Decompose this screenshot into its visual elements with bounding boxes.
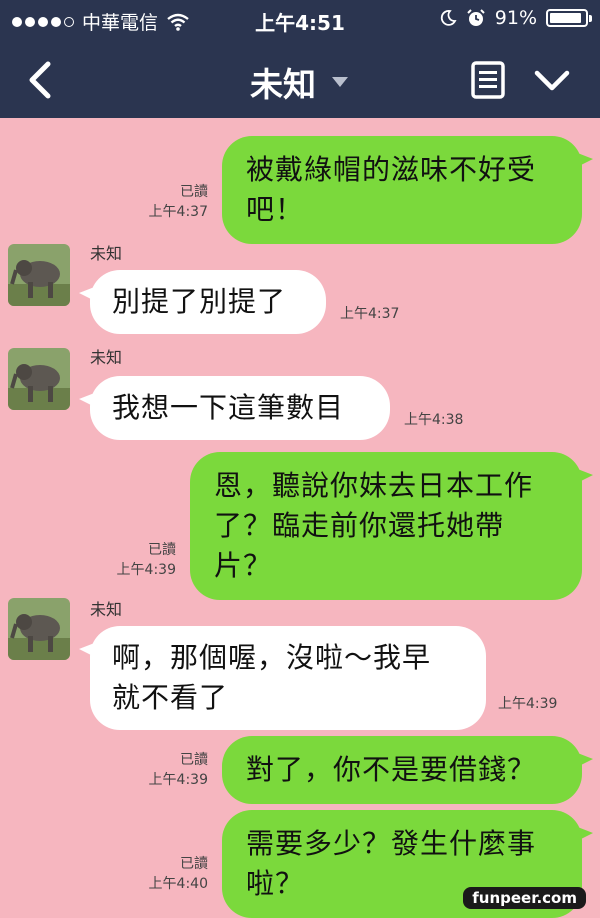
avatar[interactable]: [8, 348, 70, 410]
outgoing-message[interactable]: 被戴綠帽的滋味不好受 吧！: [222, 136, 593, 244]
message-time: 上午4:40: [148, 876, 208, 892]
message-time: 上午4:39: [116, 562, 176, 578]
incoming-message[interactable]: 別提了別提了: [79, 270, 326, 334]
menu-list-icon: [471, 61, 505, 99]
avatar-image: [8, 348, 70, 410]
chat-area[interactable]: 已讀 上午4:37 被戴綠帽的滋味不好受 吧！ 未知 別提了別提了 上午4:37: [0, 118, 600, 918]
outgoing-message[interactable]: 對了，你不是要借錢？: [222, 736, 593, 804]
message-time: 上午4:37: [340, 306, 400, 322]
message-line: 恩，聽說你妹去日本工作: [214, 469, 534, 502]
battery-percent: 91%: [494, 7, 537, 29]
avatar[interactable]: [8, 598, 70, 660]
message-line: 了？臨走前你還托她帶: [214, 509, 505, 542]
message-meta: 已讀 上午4:39: [149, 750, 208, 790]
outgoing-message[interactable]: 恩，聽說你妹去日本工作 了？臨走前你還托她帶 片？: [190, 452, 593, 600]
status-bar: 中華電信 上午4:51 91%: [0, 0, 600, 40]
alarm-icon: [467, 9, 485, 26]
chat-header: 未知: [0, 40, 600, 118]
chevron-down-icon: [534, 70, 570, 91]
message-line: 對了，你不是要借錢？: [246, 753, 537, 786]
message-time: 上午4:39: [498, 696, 558, 712]
sender-name: 未知: [90, 244, 123, 263]
message-line: 需要多少？發生什麼事: [246, 827, 537, 860]
message-line: 片？: [214, 549, 273, 582]
avatar[interactable]: [8, 244, 70, 306]
sender-name: 未知: [90, 600, 123, 619]
message-line: 我想一下這筆數目: [112, 391, 345, 424]
message-time: 上午4:38: [404, 412, 464, 428]
message-line: 啊，那個喔，沒啦～我早: [112, 641, 432, 674]
battery-icon: [546, 9, 592, 27]
incoming-message[interactable]: 我想一下這筆數目: [79, 376, 390, 440]
status-right: 91%: [439, 7, 592, 29]
menu-button[interactable]: [470, 60, 506, 100]
avatar-image: [8, 244, 70, 306]
chat-title-text: 未知: [250, 65, 316, 104]
message-meta: 已讀 上午4:39: [117, 540, 176, 580]
read-receipt: 已讀: [180, 752, 208, 768]
message-line: 被戴綠帽的滋味不好受: [246, 153, 537, 186]
dropdown-caret-icon: [332, 77, 348, 87]
read-receipt: 已讀: [180, 184, 208, 200]
chat-title[interactable]: 未知: [0, 58, 600, 106]
message-meta: 已讀 上午4:37: [149, 182, 208, 222]
read-receipt: 已讀: [180, 856, 208, 872]
message-meta: 已讀 上午4:40: [149, 854, 208, 894]
read-receipt: 已讀: [148, 542, 176, 558]
message-time: 上午4:37: [148, 204, 208, 220]
message-line: 別提了別提了: [112, 285, 287, 318]
collapse-button[interactable]: [532, 64, 572, 98]
avatar-image: [8, 598, 70, 660]
message-line: 就不看了: [112, 681, 229, 714]
sender-name: 未知: [90, 348, 123, 367]
message-time: 上午4:39: [148, 772, 208, 788]
watermark: funpeer.com: [463, 887, 586, 909]
message-line: 吧！: [246, 193, 305, 226]
incoming-message[interactable]: 啊，那個喔，沒啦～我早 就不看了: [79, 626, 486, 730]
moon-icon: [440, 10, 457, 26]
